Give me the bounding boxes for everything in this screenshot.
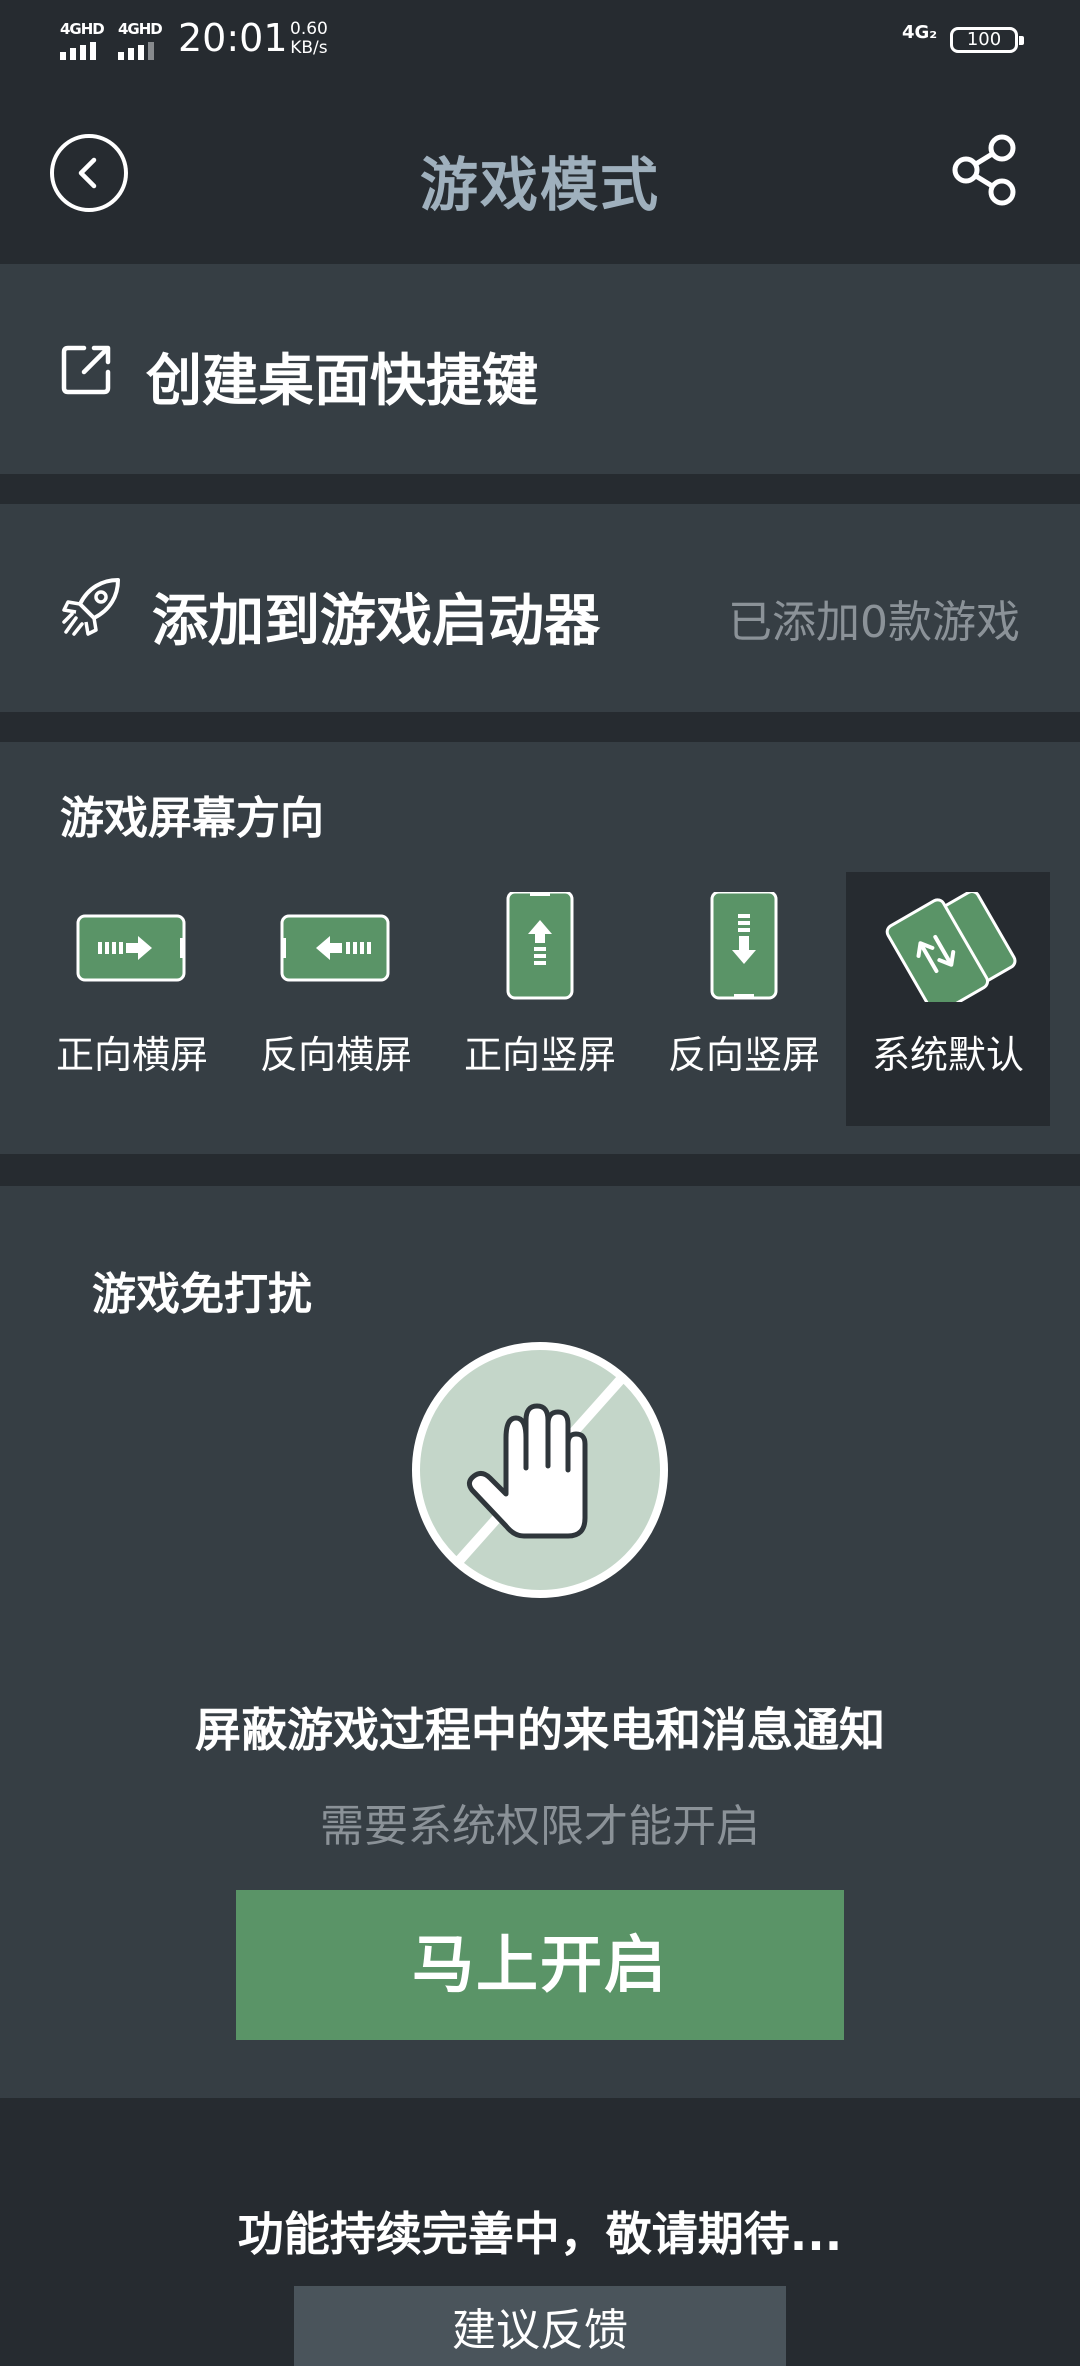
portrait-reverse-icon (710, 892, 778, 1000)
share-icon (952, 134, 1016, 206)
network-type-1: 4GHD (60, 20, 105, 38)
footer-section: 功能持续完善中，敬请期待... 建议反馈 (0, 2100, 1080, 2366)
orientation-option-system-default[interactable]: 系统默认 (846, 872, 1050, 1126)
screen-orientation-section: 游戏屏幕方向 正向横屏 反向横屏 正向竖屏 反向竖屏 系统默认 (0, 742, 1080, 1154)
orientation-label: 反向竖屏 (667, 1033, 820, 1077)
orientation-option-reverse-portrait[interactable]: 反向竖屏 (642, 872, 846, 1126)
top-app-bar: 游戏模式 (0, 80, 1080, 264)
clock: 20:01 (178, 16, 288, 60)
create-shortcut-row[interactable]: 创建桌面快捷键 (0, 264, 1080, 474)
section-title-dnd: 游戏免打扰 (92, 1269, 312, 1320)
network-speed-value: 0.60 (290, 19, 328, 39)
network-speed-unit: KB/s (290, 38, 328, 58)
page-title: 游戏模式 (419, 151, 660, 219)
network-speed: 0.60 KB/s (290, 20, 328, 58)
landscape-forward-icon (76, 914, 186, 982)
orientation-options: 正向横屏 反向横屏 正向竖屏 反向竖屏 系统默认 (30, 872, 1050, 1126)
share-button[interactable] (950, 132, 1020, 208)
added-games-count: 已添加0款游戏 (728, 597, 1020, 648)
no-disturb-hand-icon (412, 1342, 668, 1598)
signal-bars-icon (118, 42, 162, 60)
landscape-reverse-icon (280, 914, 390, 982)
coming-soon-note: 功能持续完善中，敬请期待... (237, 2207, 843, 2261)
battery-indicator: 100 (950, 27, 1024, 53)
rocket-icon (62, 578, 120, 636)
external-link-icon (61, 345, 111, 395)
orientation-option-reverse-landscape[interactable]: 反向横屏 (234, 872, 438, 1126)
section-title-orientation: 游戏屏幕方向 (60, 793, 324, 844)
orientation-option-portrait[interactable]: 正向竖屏 (438, 872, 642, 1126)
feedback-button[interactable]: 建议反馈 (294, 2286, 786, 2366)
add-to-launcher-label: 添加到游戏启动器 (152, 589, 600, 654)
orientation-label: 反向横屏 (259, 1033, 412, 1077)
dnd-description: 屏蔽游戏过程中的来电和消息通知 (195, 1703, 885, 1757)
orientation-label: 系统默认 (871, 1033, 1024, 1077)
status-bar: 4GHD 4GHD 20:01 0.60 KB/s 4G₂ 100 (0, 0, 1080, 80)
network-type-right: 4G₂ (902, 22, 938, 43)
orientation-option-landscape[interactable]: 正向横屏 (30, 872, 234, 1126)
create-shortcut-label: 创建桌面快捷键 (146, 349, 538, 414)
orientation-label: 正向竖屏 (463, 1033, 616, 1077)
add-to-game-launcher-row[interactable]: 添加到游戏启动器 已添加0款游戏 (0, 504, 1080, 712)
orientation-label: 正向横屏 (55, 1033, 208, 1077)
enable-now-button[interactable]: 马上开启 (236, 1890, 844, 2040)
game-do-not-disturb-section: 游戏免打扰 屏蔽游戏过程中的来电和消息通知 需要系统权限才能开启 马上开启 (0, 1186, 1080, 2098)
portrait-forward-icon (506, 892, 574, 1000)
network-type-2: 4GHD (118, 20, 163, 38)
auto-rotate-icon (885, 892, 1017, 1002)
dnd-permission-note: 需要系统权限才能开启 (320, 1801, 760, 1852)
signal-bars-icon (60, 42, 104, 60)
